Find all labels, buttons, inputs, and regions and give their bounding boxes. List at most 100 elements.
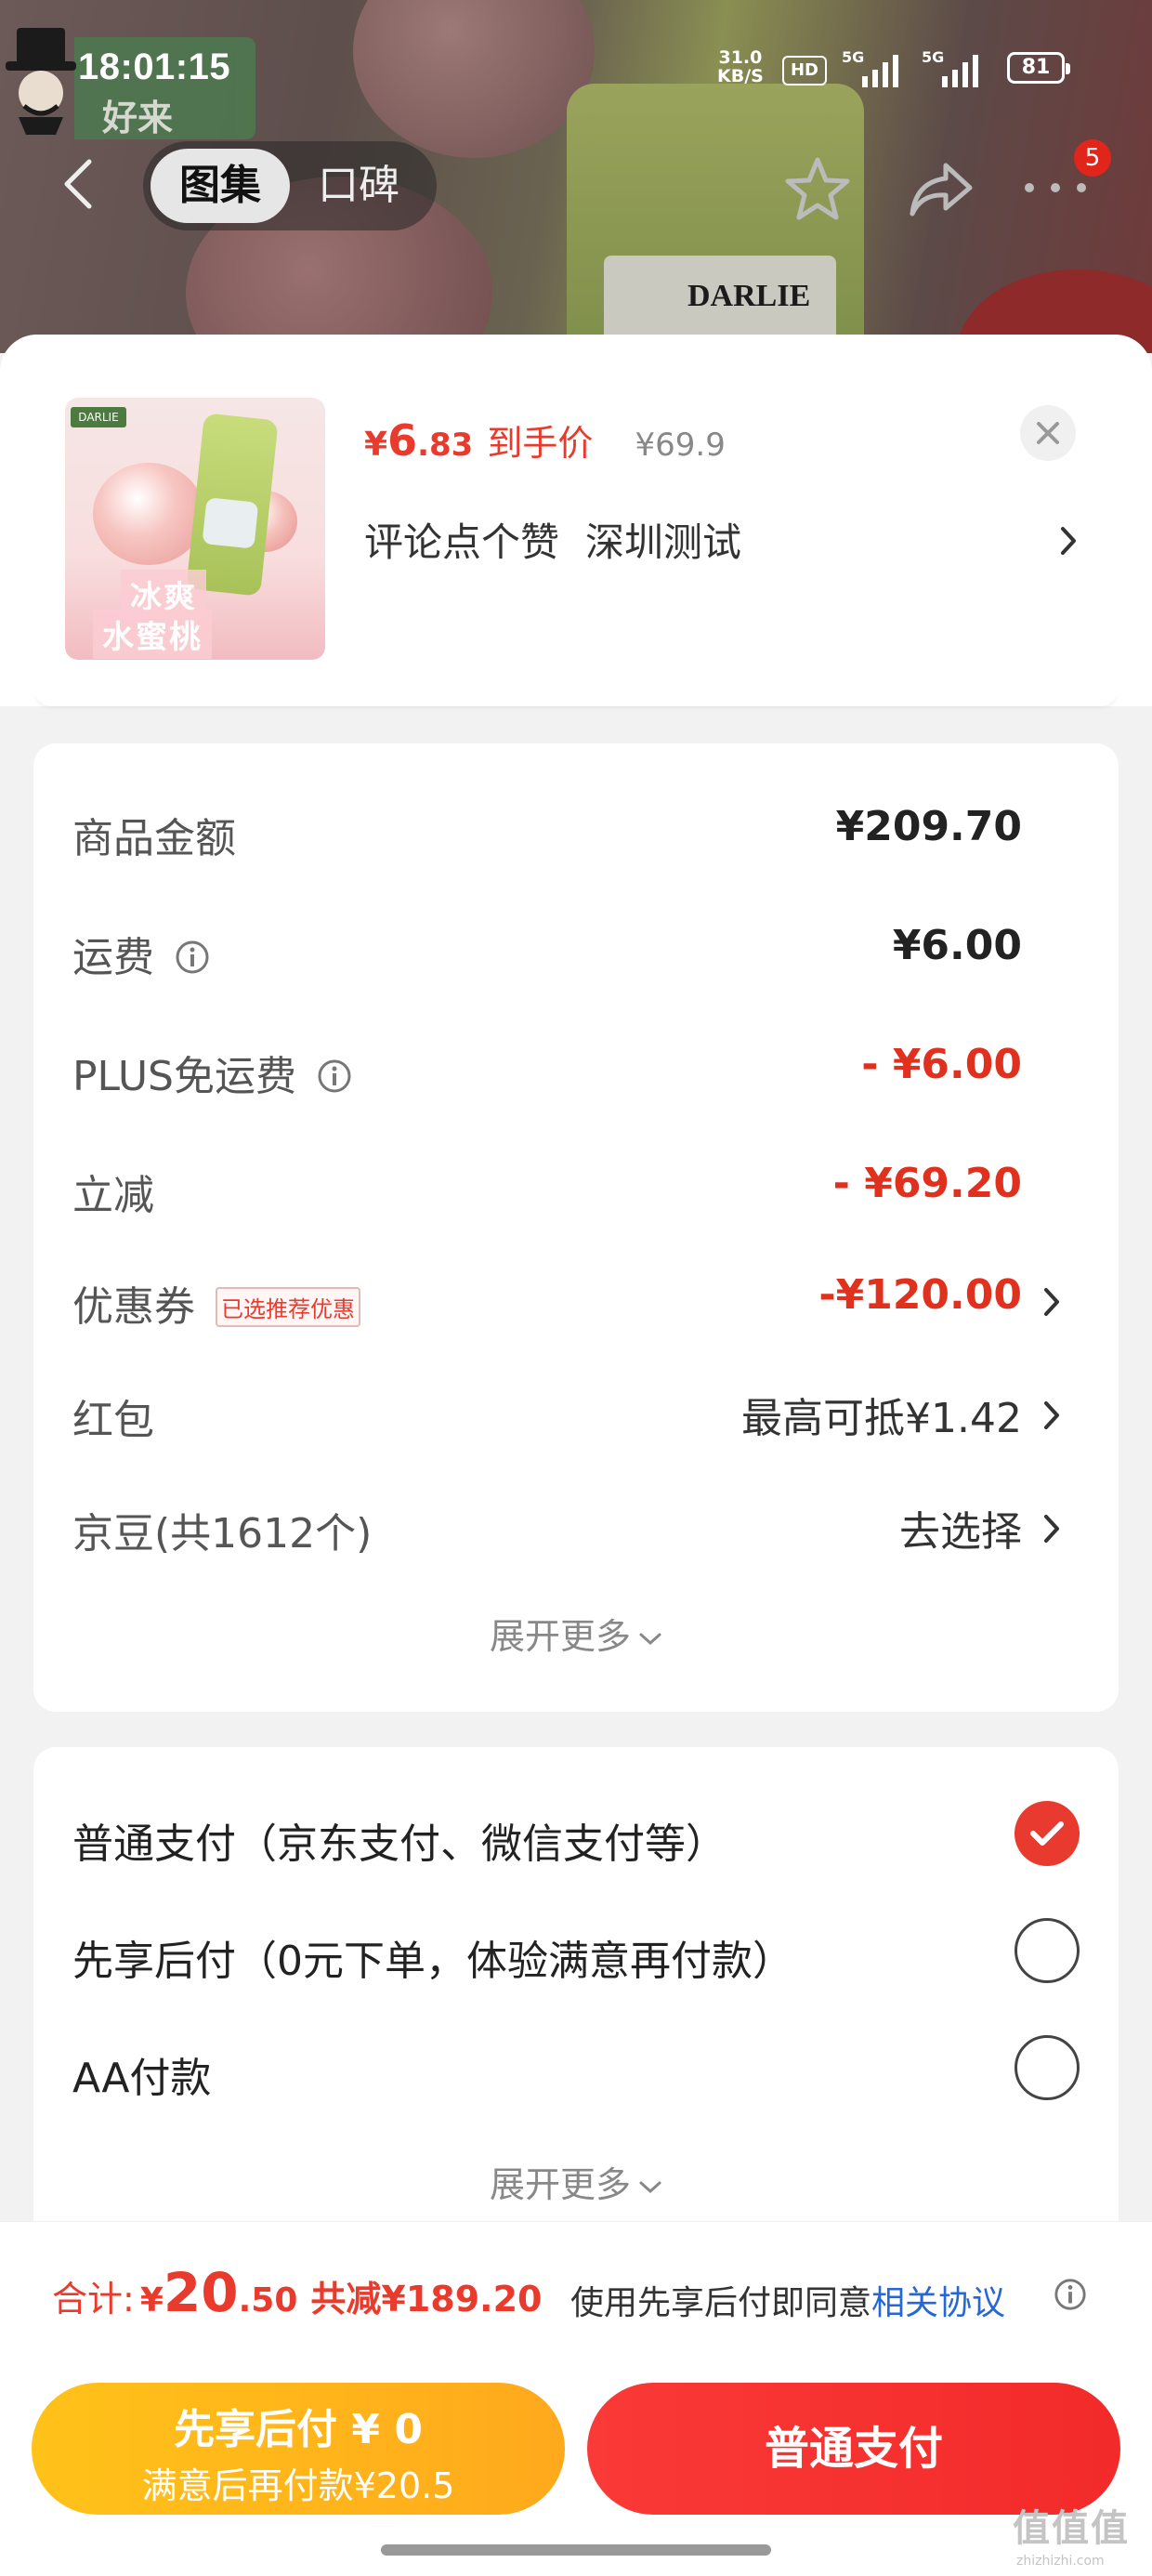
fee-value: -¥120.00 bbox=[818, 1271, 1022, 1319]
total-integer: 20 bbox=[163, 2261, 239, 2324]
price-currency: ¥ bbox=[364, 426, 388, 464]
share-icon[interactable] bbox=[901, 151, 979, 229]
fee-value: 去选择 bbox=[899, 1508, 1022, 1556]
total-label: 合计: bbox=[52, 2279, 135, 2320]
chevron-right-icon bbox=[1044, 1515, 1059, 1543]
gallery-review-switch: 图集 口碑 bbox=[143, 141, 437, 230]
payment-option-aa[interactable]: AA付款 bbox=[72, 2028, 1080, 2111]
fee-label: 优惠券 bbox=[72, 1283, 195, 1331]
fee-label: 红包 bbox=[72, 1397, 154, 1444]
agreement-link[interactable]: 相关协议 bbox=[871, 2284, 1005, 2322]
expand-more-payment[interactable]: 展开更多 bbox=[33, 2156, 1119, 2207]
thumbnail-logo: DARLIE bbox=[71, 407, 126, 427]
price-row: ¥6.83 到手价 ¥69.9 bbox=[364, 414, 726, 470]
peach-image bbox=[93, 463, 204, 565]
product-summary: DARLIE 冰爽 水蜜桃 ¥6.83 到手价 ¥69.9 评论点个赞 深圳测试 bbox=[0, 335, 1152, 706]
fee-row-red-packet[interactable]: 红包 最高可抵¥1.42 bbox=[72, 1373, 1080, 1448]
fee-label: 商品金额 bbox=[72, 815, 236, 862]
signal-strength-icon: 5G bbox=[922, 48, 988, 89]
fee-row-subtotal: 商品金额 ¥209.70 bbox=[72, 792, 1080, 866]
checkmark-icon bbox=[1030, 1821, 1064, 1846]
fee-row-discount: 立减 - ¥69.20 bbox=[72, 1149, 1080, 1223]
payment-option-normal[interactable]: 普通支付（京东支付、微信支付等） bbox=[72, 1794, 1080, 1877]
product-thumbnail[interactable]: DARLIE 冰爽 水蜜桃 bbox=[65, 398, 325, 660]
fee-details-card: 商品金额 ¥209.70 运费 ¥6.00 PLUS免运费 - ¥6.00 立减… bbox=[33, 743, 1119, 1712]
status-bar: 18:01:15 31.0 KB/S HD 5G 5G 81 bbox=[0, 0, 1152, 130]
star-icon[interactable] bbox=[779, 151, 857, 229]
expand-label: 展开更多 bbox=[489, 1616, 631, 1657]
payment-option-label: AA付款 bbox=[72, 2055, 212, 2102]
fee-value: ¥6.00 bbox=[892, 922, 1022, 969]
promo-text: 评论点个赞 bbox=[364, 519, 560, 565]
fee-value: - ¥69.20 bbox=[832, 1160, 1022, 1207]
fee-value: - ¥6.00 bbox=[861, 1041, 1022, 1088]
chevron-right-icon[interactable] bbox=[1059, 525, 1078, 557]
chevron-right-icon bbox=[1044, 1401, 1059, 1429]
more-icon[interactable] bbox=[1018, 169, 1093, 206]
fee-row-jd-beans[interactable]: 京豆(共1612个) 去选择 bbox=[72, 1487, 1080, 1561]
order-total: 合计: ¥20.50 共减¥189.20 bbox=[52, 2261, 542, 2324]
close-button[interactable] bbox=[1020, 405, 1076, 461]
expand-more-fees[interactable]: 展开更多 bbox=[33, 1608, 1119, 1659]
fee-value: 最高可抵¥1.42 bbox=[741, 1395, 1022, 1442]
radio-unchecked[interactable] bbox=[1015, 2035, 1080, 2100]
agreement-prefix: 使用先享后付即同意 bbox=[570, 2284, 872, 2322]
fee-row-plus-shipping: PLUS免运费 - ¥6.00 bbox=[72, 1030, 1080, 1104]
back-arrow-icon[interactable] bbox=[56, 156, 102, 212]
fee-label: PLUS免运费 bbox=[72, 1053, 296, 1100]
original-price: ¥69.9 bbox=[635, 427, 726, 464]
total-bar: 合计: ¥20.50 共减¥189.20 使用先享后付即同意相关协议 bbox=[0, 2221, 1152, 2368]
pay-later-button[interactable]: 先享后付 ¥ 0 满意后再付款¥20.5 bbox=[32, 2383, 565, 2515]
chevron-down-icon bbox=[639, 1633, 661, 1645]
promo-info[interactable]: 评论点个赞 深圳测试 bbox=[364, 511, 741, 568]
fee-row-shipping: 运费 ¥6.00 bbox=[72, 911, 1080, 985]
home-indicator[interactable] bbox=[381, 2544, 771, 2556]
expand-label: 展开更多 bbox=[489, 2164, 631, 2205]
promo-text: 深圳测试 bbox=[585, 519, 742, 565]
info-icon[interactable] bbox=[1054, 2278, 1087, 2311]
clock: 18:01:15 bbox=[78, 46, 231, 87]
payment-option-pay-later[interactable]: 先享后付（0元下单，体验满意再付款） bbox=[72, 1911, 1080, 1994]
network-speed-value: 31.0 bbox=[718, 47, 763, 68]
signal-strength-icon: 5G bbox=[842, 48, 909, 89]
payment-option-label: 普通支付（京东支付、微信支付等） bbox=[72, 1820, 727, 1868]
fee-value: ¥209.70 bbox=[835, 803, 1022, 850]
hd-voice-icon: HD bbox=[782, 56, 827, 85]
watermark-sub: zhizhizhi.com bbox=[1016, 2554, 1105, 2569]
total-saved: 共减¥189.20 bbox=[310, 2279, 543, 2320]
radio-unchecked[interactable] bbox=[1015, 1918, 1080, 1983]
brand-text: DARLIE bbox=[687, 279, 811, 313]
price-decimal: .83 bbox=[417, 427, 474, 464]
fee-row-coupon[interactable]: 优惠券 已选推荐优惠 -¥120.00 bbox=[72, 1260, 1080, 1334]
network-speed: 31.0 KB/S bbox=[717, 48, 764, 85]
pay-later-subtitle: 满意后再付款¥20.5 bbox=[141, 2465, 455, 2506]
thumbnail-caption: 水蜜桃 bbox=[93, 610, 212, 659]
price-integer: 6 bbox=[387, 415, 418, 466]
fee-label: 立减 bbox=[72, 1172, 154, 1219]
card-divider bbox=[33, 688, 1119, 706]
payment-method-card: 普通支付（京东支付、微信支付等） 先享后付（0元下单，体验满意再付款） AA付款… bbox=[33, 1747, 1119, 2267]
info-icon[interactable] bbox=[175, 940, 210, 975]
tab-reviews[interactable]: 口碑 bbox=[318, 149, 399, 223]
chevron-right-icon bbox=[1044, 1288, 1059, 1316]
tab-gallery[interactable]: 图集 bbox=[151, 149, 290, 223]
watermark: 值值值 bbox=[1013, 2507, 1130, 2550]
battery-icon: 81 bbox=[1007, 52, 1070, 84]
fee-label: 运费 bbox=[72, 934, 154, 981]
payment-option-label: 先享后付（0元下单，体验满意再付款） bbox=[72, 1938, 793, 1985]
chevron-down-icon bbox=[639, 2181, 661, 2193]
network-speed-unit: KB/S bbox=[717, 66, 764, 86]
close-icon bbox=[1037, 422, 1059, 444]
final-price-label: 到手价 bbox=[487, 423, 594, 464]
agreement-text: 使用先享后付即同意相关协议 bbox=[570, 2276, 1005, 2324]
recommended-tag: 已选推荐优惠 bbox=[216, 1286, 360, 1327]
total-decimal: .50 bbox=[238, 2281, 298, 2320]
info-icon[interactable] bbox=[317, 1058, 352, 1094]
action-bar: 先享后付 ¥ 0 满意后再付款¥20.5 普通支付 bbox=[0, 2368, 1152, 2576]
radio-checked[interactable] bbox=[1015, 1801, 1080, 1866]
normal-pay-button[interactable]: 普通支付 bbox=[587, 2383, 1120, 2515]
pay-later-title: 先享后付 ¥ 0 bbox=[174, 2406, 423, 2453]
notification-badge: 5 bbox=[1074, 139, 1111, 177]
fee-label: 京豆(共1612个) bbox=[72, 1510, 373, 1557]
total-currency: ¥ bbox=[139, 2281, 164, 2320]
